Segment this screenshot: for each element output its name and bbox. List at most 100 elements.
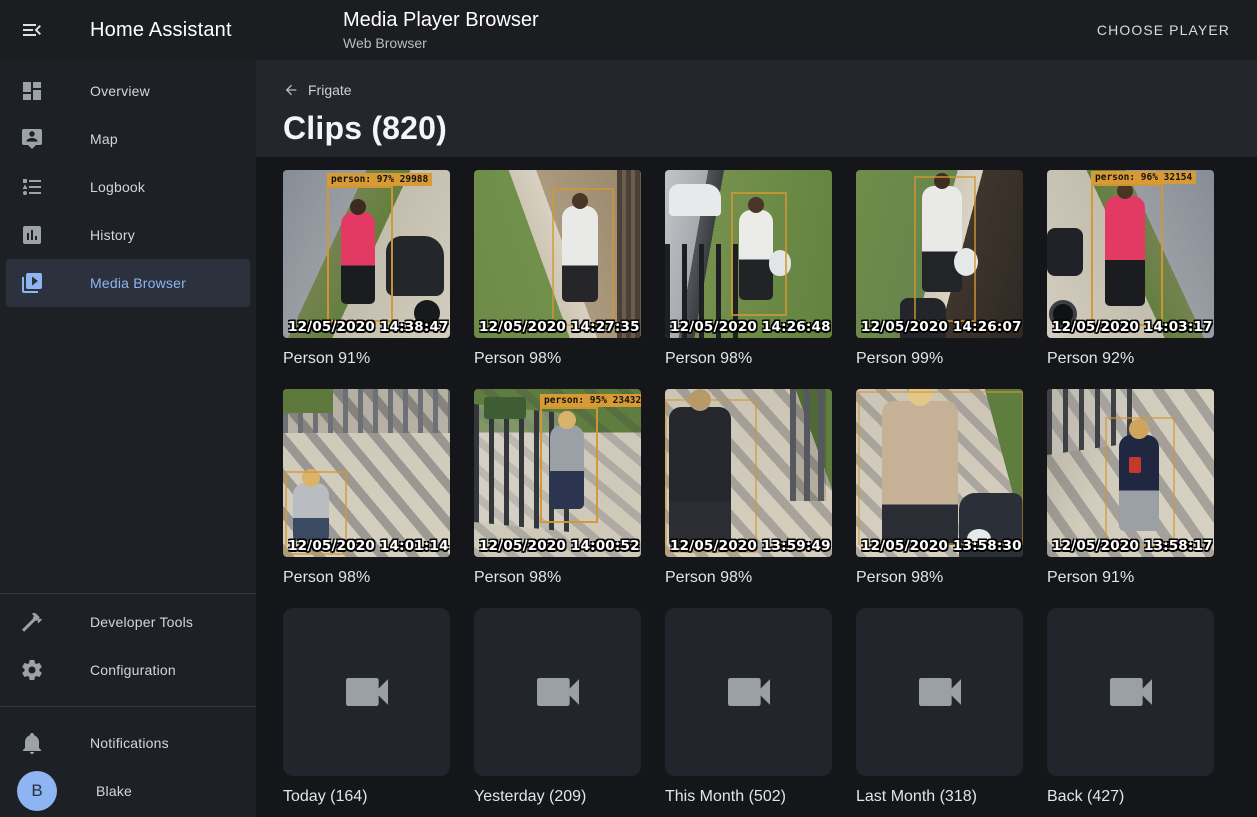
sidebar-item-map[interactable]: Map xyxy=(6,115,250,163)
clip-thumbnail: 12/05/2020 13:58:30 xyxy=(856,389,1023,557)
clip-caption: Person 99% xyxy=(856,348,1023,369)
clip-timestamp: 12/05/2020 14:26:07 xyxy=(861,319,1022,335)
choose-player-button[interactable]: CHOOSE PLAYER xyxy=(1091,0,1236,60)
detection-bbox xyxy=(552,188,614,326)
page-head: Media Player Browser Web Browser xyxy=(343,8,539,53)
sidebar-nav: Overview Map Logbook History Media Brows… xyxy=(0,60,256,307)
account-tooltip-icon xyxy=(20,127,44,151)
sidebar-item-history[interactable]: History xyxy=(6,211,250,259)
sidebar: Overview Map Logbook History Media Brows… xyxy=(0,60,256,817)
sidebar-tools-list: Developer Tools Configuration xyxy=(0,598,256,694)
video-camera-icon xyxy=(912,664,968,720)
clip-timestamp: 12/05/2020 14:01:14 xyxy=(288,538,449,554)
clip-card[interactable]: 12/05/2020 13:58:30 Person 98% xyxy=(856,389,1023,588)
clip-thumbnail: 12/05/2020 14:27:35 xyxy=(474,170,641,338)
folder-card[interactable]: Yesterday (209) xyxy=(474,608,641,807)
view-dashboard-icon xyxy=(20,79,44,103)
clip-timestamp: 12/05/2020 14:27:35 xyxy=(479,319,640,335)
clip-thumbnail: person: 95% 23432 12/05/2020 14:00:52 xyxy=(474,389,641,557)
clip-thumbnail: 12/05/2020 13:59:49 xyxy=(665,389,832,557)
folder-label: Yesterday (209) xyxy=(474,786,641,807)
scene-prop xyxy=(484,397,526,419)
detection-bbox xyxy=(914,176,976,322)
clip-timestamp: 12/05/2020 14:00:52 xyxy=(479,538,640,554)
folder-label: This Month (502) xyxy=(665,786,832,807)
hammer-icon xyxy=(20,610,44,634)
detection-label: person: 97% 29988 xyxy=(327,173,432,186)
sidebar-item-configuration[interactable]: Configuration xyxy=(6,646,250,694)
sidebar-item-notifications[interactable]: Notifications xyxy=(6,719,250,767)
clip-card[interactable]: 12/05/2020 14:26:48 Person 98% xyxy=(665,170,832,369)
clip-timestamp: 12/05/2020 13:58:17 xyxy=(1052,538,1213,554)
clip-caption: Person 91% xyxy=(1047,567,1214,588)
app-header: Home Assistant Media Player Browser Web … xyxy=(0,0,1257,60)
breadcrumb[interactable]: Frigate xyxy=(283,82,352,98)
folder-label: Back (427) xyxy=(1047,786,1214,807)
folder-card[interactable]: Last Month (318) xyxy=(856,608,1023,807)
scene-prop xyxy=(283,389,333,413)
play-box-multiple-icon xyxy=(20,271,44,295)
sidebar-item-developer-tools[interactable]: Developer Tools xyxy=(6,598,250,646)
scene-prop xyxy=(669,184,721,216)
menu-open-icon xyxy=(20,18,44,42)
video-camera-icon xyxy=(1103,664,1159,720)
sidebar-item-logbook[interactable]: Logbook xyxy=(6,163,250,211)
detection-bbox: person: 95% 23432 xyxy=(540,407,598,523)
clip-timestamp: 12/05/2020 13:58:30 xyxy=(861,538,1022,554)
folder-thumbnail xyxy=(856,608,1023,776)
clip-thumbnail: 12/05/2020 14:26:48 xyxy=(665,170,832,338)
clip-timestamp: 12/05/2020 14:26:48 xyxy=(670,319,831,335)
chart-box-icon xyxy=(20,223,44,247)
folder-card[interactable]: Back (427) xyxy=(1047,608,1214,807)
scene-prop xyxy=(386,236,444,296)
clip-thumbnail: person: 96% 32154 12/05/2020 14:03:17 xyxy=(1047,170,1214,338)
clip-card[interactable]: person: 95% 23432 12/05/2020 14:00:52 Pe… xyxy=(474,389,641,588)
sidebar-item-media-browser[interactable]: Media Browser xyxy=(6,259,250,307)
folder-thumbnail xyxy=(1047,608,1214,776)
clip-card[interactable]: 12/05/2020 13:59:49 Person 98% xyxy=(665,389,832,588)
menu-open-button[interactable] xyxy=(20,18,44,42)
scene-prop xyxy=(790,389,826,501)
sidebar-user[interactable]: B Blake xyxy=(6,767,250,815)
media-grid: person: 97% 29988 12/05/2020 14:38:47 Pe… xyxy=(256,157,1257,807)
folder-label: Today (164) xyxy=(283,786,450,807)
folder-card[interactable]: Today (164) xyxy=(283,608,450,807)
clip-timestamp: 12/05/2020 14:03:17 xyxy=(1052,319,1213,335)
gear-icon xyxy=(20,658,44,682)
clip-card[interactable]: 12/05/2020 14:01:14 Person 98% xyxy=(283,389,450,588)
sidebar-tools: Developer Tools Configuration xyxy=(0,593,256,694)
clip-caption: Person 98% xyxy=(474,567,641,588)
app-title: Home Assistant xyxy=(90,0,232,60)
detection-bbox: person: 97% 29988 xyxy=(327,186,393,322)
clip-card[interactable]: 12/05/2020 14:26:07 Person 99% xyxy=(856,170,1023,369)
detection-bbox xyxy=(665,399,757,553)
sidebar-divider-bottom xyxy=(0,706,256,707)
folder-thumbnail xyxy=(665,608,832,776)
video-camera-icon xyxy=(530,664,586,720)
clip-card[interactable]: 12/05/2020 13:58:17 Person 91% xyxy=(1047,389,1214,588)
clip-caption: Person 92% xyxy=(1047,348,1214,369)
clip-caption: Person 98% xyxy=(856,567,1023,588)
folder-card[interactable]: This Month (502) xyxy=(665,608,832,807)
clip-card[interactable]: person: 96% 32154 12/05/2020 14:03:17 Pe… xyxy=(1047,170,1214,369)
clip-card[interactable]: person: 97% 29988 12/05/2020 14:38:47 Pe… xyxy=(283,170,450,369)
clip-caption: Person 98% xyxy=(474,348,641,369)
clip-caption: Person 98% xyxy=(665,348,832,369)
clip-card[interactable]: 12/05/2020 14:27:35 Person 98% xyxy=(474,170,641,369)
video-camera-icon xyxy=(339,664,395,720)
clip-thumbnail: 12/05/2020 13:58:17 xyxy=(1047,389,1214,557)
clip-timestamp: 12/05/2020 14:38:47 xyxy=(288,319,449,335)
folder-thumbnail xyxy=(474,608,641,776)
clip-thumbnail: 12/05/2020 14:26:07 xyxy=(856,170,1023,338)
list-bulleted-icon xyxy=(20,175,44,199)
video-camera-icon xyxy=(721,664,777,720)
clip-thumbnail: 12/05/2020 14:01:14 xyxy=(283,389,450,557)
detection-bbox xyxy=(731,192,787,316)
clip-caption: Person 98% xyxy=(665,567,832,588)
breadcrumb-label: Frigate xyxy=(308,82,352,98)
sidebar-item-overview[interactable]: Overview xyxy=(6,67,250,115)
back-arrow-icon xyxy=(283,82,299,98)
clip-caption: Person 91% xyxy=(283,348,450,369)
avatar: B xyxy=(17,771,57,811)
detection-bbox xyxy=(1105,417,1175,547)
